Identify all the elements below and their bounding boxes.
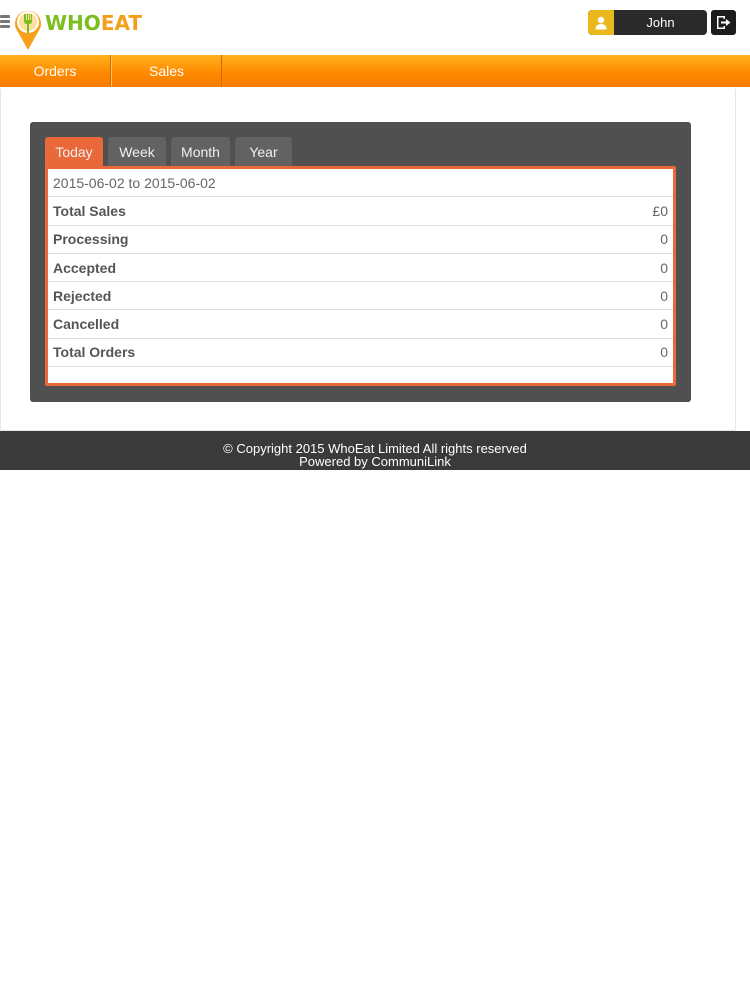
row-label: Rejected <box>53 287 112 304</box>
whoeat-logo[interactable]: WHOEAT <box>12 6 142 52</box>
header: WHOEAT John <box>0 0 750 55</box>
user-icon <box>588 10 614 35</box>
row-label: Cancelled <box>53 316 120 333</box>
tab-month[interactable]: Month <box>171 137 230 167</box>
table-row: Cancelled 0 <box>48 310 673 339</box>
logo-text: WHOEAT <box>45 11 142 35</box>
logo-text-eat: EAT <box>100 11 143 35</box>
logout-button[interactable] <box>711 10 736 35</box>
row-value: 0 <box>660 231 668 248</box>
row-label: Processing <box>53 231 129 248</box>
row-value: 0 <box>660 316 668 333</box>
sales-summary-panel: Today Week Month Year 2015-06-02 to 2015… <box>30 122 691 402</box>
row-value: 0 <box>660 259 668 276</box>
table-row: Total Orders 0 <box>48 339 673 368</box>
hamburger-menu-icon[interactable] <box>0 15 11 29</box>
stats-table: 2015-06-02 to 2015-06-02 Total Sales £0 … <box>45 166 676 386</box>
tab-today[interactable]: Today <box>45 137 103 167</box>
date-range-row: 2015-06-02 to 2015-06-02 <box>48 169 673 198</box>
date-range: 2015-06-02 to 2015-06-02 <box>53 174 216 191</box>
user-menu-button[interactable]: John <box>588 10 707 35</box>
row-label: Total Orders <box>53 344 136 361</box>
row-label: Accepted <box>53 259 117 276</box>
tab-week[interactable]: Week <box>108 137 166 167</box>
location-pin-fork-icon <box>15 10 41 50</box>
logout-icon <box>717 16 731 29</box>
row-label: Total Sales <box>53 202 126 219</box>
main-nav: Orders Sales <box>0 55 750 87</box>
table-row: Total Sales £0 <box>48 197 673 226</box>
nav-sales[interactable]: Sales <box>111 55 222 87</box>
table-row: Rejected 0 <box>48 282 673 311</box>
period-tabs: Today Week Month Year <box>45 137 297 167</box>
table-row: Processing 0 <box>48 226 673 254</box>
table-row: Accepted 0 <box>48 254 673 283</box>
tab-year[interactable]: Year <box>235 137 292 167</box>
logo-text-who: WHO <box>45 11 101 35</box>
nav-orders[interactable]: Orders <box>0 55 111 87</box>
footer: © Copyright 2015 WhoEat Limited All righ… <box>0 431 750 470</box>
row-value: 0 <box>660 344 668 361</box>
row-value: £0 <box>652 202 668 219</box>
powered-by-text: Powered by CommuniLink <box>299 454 451 469</box>
row-value: 0 <box>660 287 668 304</box>
user-name: John <box>646 15 675 30</box>
